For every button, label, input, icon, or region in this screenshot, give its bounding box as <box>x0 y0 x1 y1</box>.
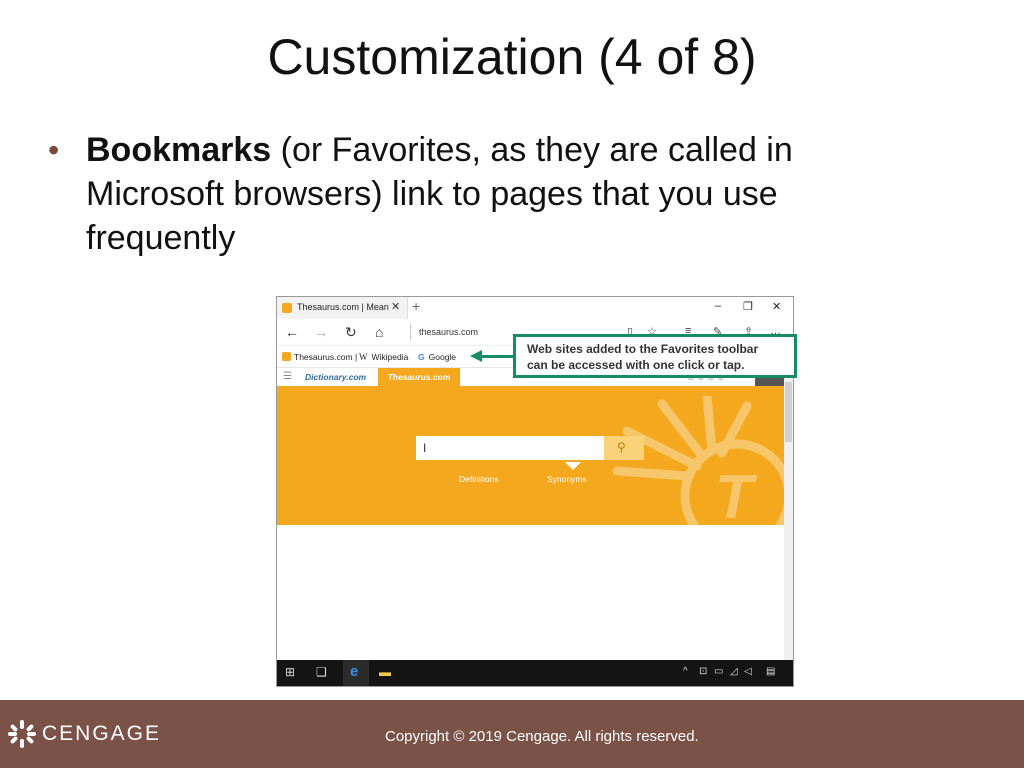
favorite-item-google[interactable]: G Google <box>418 352 456 362</box>
footer-brand: CENGAGE <box>42 722 162 745</box>
tray-chevron-icon[interactable]: ^ <box>683 666 688 677</box>
battery-icon[interactable]: ▭ <box>714 666 723 677</box>
scroll-thumb[interactable] <box>785 382 792 442</box>
page-content <box>277 525 784 660</box>
address-text: thesaurus.com <box>419 327 479 337</box>
file-explorer-icon[interactable]: ▬ <box>379 665 391 679</box>
windows-taskbar: ⊞ ❑ e ▬ ^ ⊡ ▭ ◿ ◁ ▤ <box>277 660 793 686</box>
refresh-icon[interactable]: ↻ <box>345 324 357 341</box>
menu-icon[interactable]: ☰ <box>283 371 292 382</box>
wifi-icon[interactable]: ◿ <box>730 666 738 677</box>
google-favicon-icon: G <box>418 352 425 362</box>
thesaurus-sun-logo: T <box>612 396 784 525</box>
home-icon[interactable]: ⌂ <box>375 324 383 340</box>
selected-pointer <box>565 462 581 470</box>
tab-close-icon[interactable]: ✕ <box>391 300 400 313</box>
footer-copyright: Copyright © 2019 Cengage. All rights res… <box>385 728 699 745</box>
volume-icon[interactable]: ◁ <box>744 666 752 677</box>
callout-line-2: can be accessed with one click or tap. <box>527 358 745 372</box>
favorite-item-thesaurus[interactable]: Thesaurus.com | <box>282 352 357 362</box>
new-tab-icon[interactable]: + <box>412 298 420 314</box>
synonyms-link[interactable]: Synonyms <box>547 474 587 484</box>
bullet-text: Bookmarks (or Favorites, as they are cal… <box>86 128 886 260</box>
favorite-label: Thesaurus.com | <box>294 352 358 362</box>
callout-arrow-line <box>480 355 513 358</box>
tab-thesaurus[interactable]: Thesaurus.com <box>378 368 460 386</box>
favorite-item-wikipedia[interactable]: W Wikipedia <box>359 352 408 362</box>
callout-box: Web sites added to the Favorites toolbar… <box>513 334 797 378</box>
callout-line-1: Web sites added to the Favorites toolbar <box>527 342 759 356</box>
search-button[interactable]: ⚲ <box>604 436 644 460</box>
bullet-dot: • <box>48 132 60 168</box>
search-cursor: I <box>423 441 427 455</box>
thesaurus-favicon-icon <box>282 303 292 313</box>
bullet-bold-term: Bookmarks <box>86 131 272 169</box>
edge-icon: e <box>350 663 359 680</box>
edge-taskbar-button[interactable]: e <box>343 660 369 686</box>
tab-dictionary[interactable]: Dictionary.com <box>305 372 366 382</box>
browser-tab[interactable]: Thesaurus.com | Meanir ✕ <box>277 297 408 319</box>
network-icon[interactable]: ⊡ <box>699 666 707 677</box>
cengage-logo-icon <box>8 720 36 748</box>
notifications-icon[interactable]: ▤ <box>766 666 775 677</box>
back-icon[interactable]: ← <box>285 324 299 340</box>
task-view-icon[interactable]: ❑ <box>316 665 327 679</box>
tab-title: Thesaurus.com | Meanir <box>297 302 389 312</box>
minimize-icon[interactable]: – <box>715 300 721 312</box>
callout-arrow-icon <box>470 350 482 362</box>
footer: CENGAGE Copyright © 2019 Cengage. All ri… <box>0 700 1024 768</box>
wikipedia-favicon-icon: W <box>359 352 368 362</box>
forward-icon[interactable]: → <box>314 324 328 340</box>
scrollbar[interactable] <box>784 368 793 660</box>
search-input[interactable]: I <box>416 436 604 460</box>
thesaurus-favicon-icon <box>282 352 291 361</box>
close-icon[interactable]: ✕ <box>772 300 781 313</box>
tab-bar: Thesaurus.com | Meanir ✕ + – ❐ ✕ <box>277 297 793 319</box>
favorite-label: Wikipedia <box>371 352 409 362</box>
maximize-icon[interactable]: ❐ <box>743 300 753 313</box>
slide-title: Customization (4 of 8) <box>267 29 757 85</box>
search-hero: T I ⚲ Definitions Synonyms <box>277 386 784 525</box>
search-icon: ⚲ <box>617 440 626 454</box>
favorite-label: Google <box>428 352 457 362</box>
windows-start-icon[interactable]: ⊞ <box>285 665 295 679</box>
logo-letter: T <box>715 463 758 525</box>
definitions-link[interactable]: Definitions <box>459 474 499 484</box>
